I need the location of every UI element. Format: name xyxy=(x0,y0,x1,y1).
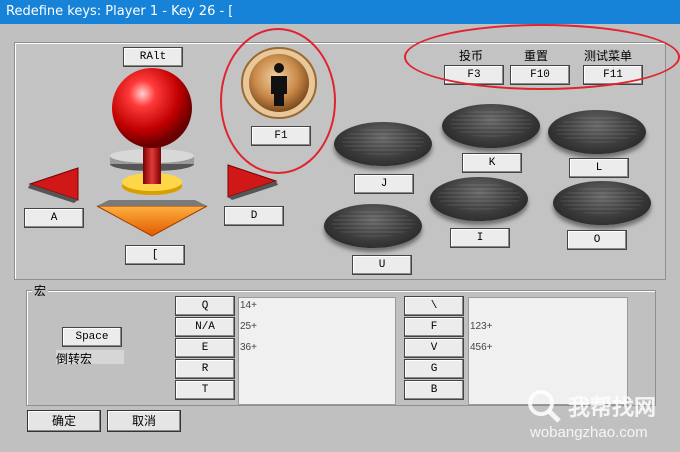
joystick-icon xyxy=(96,68,208,237)
macro-right-key-3[interactable]: V xyxy=(404,338,464,358)
macro-right-entry-1: 123+ xyxy=(470,321,493,332)
joystick-right-key[interactable]: D xyxy=(224,206,284,226)
action-key-i[interactable]: I xyxy=(450,228,510,248)
action-button-k[interactable] xyxy=(442,104,540,148)
reverse-macro-field[interactable]: 倒转宏 xyxy=(56,350,124,366)
macro-right-key-2[interactable]: F xyxy=(404,317,464,337)
joystick-down-key[interactable]: [ xyxy=(125,245,185,265)
action-key-l[interactable]: L xyxy=(569,158,629,178)
macro-right-key-1[interactable]: \ xyxy=(404,296,464,316)
macro-left-textarea[interactable] xyxy=(238,297,396,405)
settings-annotation-ellipse xyxy=(404,24,680,90)
window-title: Redefine keys: Player 1 - Key 26 - [ xyxy=(6,4,234,19)
action-button-u[interactable] xyxy=(324,204,422,248)
reverse-macro-label: 倒转宏 xyxy=(56,352,93,366)
action-button-j[interactable] xyxy=(334,122,432,166)
action-key-u[interactable]: U xyxy=(352,255,412,275)
action-key-k[interactable]: K xyxy=(462,153,522,173)
macro-right-key-4[interactable]: G xyxy=(404,359,464,379)
macro-left-key-3[interactable]: E xyxy=(175,338,235,358)
action-button-o[interactable] xyxy=(553,181,651,225)
macro-left-key-1[interactable]: Q xyxy=(175,296,235,316)
action-key-o[interactable]: O xyxy=(567,230,627,250)
macro-right-key-5[interactable]: B xyxy=(404,380,464,400)
action-button-i[interactable] xyxy=(430,177,528,221)
coin-annotation-circle xyxy=(220,28,336,174)
watermark-url: wobangzhao.com xyxy=(530,424,648,441)
title-bar: Redefine keys: Player 1 - Key 26 - [ xyxy=(0,0,680,24)
macro-left-key-2[interactable]: N/A xyxy=(175,317,235,337)
macro-left-entry-3: 36+ xyxy=(240,342,257,353)
macro-right-entry-2: 456+ xyxy=(470,342,493,353)
action-key-j[interactable]: J xyxy=(354,174,414,194)
watermark: 我帮找网 wobangzhao.com xyxy=(520,384,680,452)
left-arrow-icon xyxy=(28,167,79,203)
cancel-button[interactable]: 取消 xyxy=(107,410,181,432)
macro-group-label: 宏 xyxy=(32,282,49,299)
macro-left-key-5[interactable]: T xyxy=(175,380,235,400)
action-button-l[interactable] xyxy=(548,110,646,154)
macro-left-entry-1: 14+ xyxy=(240,300,257,311)
macro-left-key-4[interactable]: R xyxy=(175,359,235,379)
watermark-text: 我帮找网 xyxy=(568,396,657,421)
macro-left-entry-2: 25+ xyxy=(240,321,257,332)
magnifier-logo-icon xyxy=(528,390,561,423)
joystick-up-key[interactable]: RAlt xyxy=(123,47,183,67)
macro-space-key[interactable]: Space xyxy=(62,327,122,347)
joystick-left-key[interactable]: A xyxy=(24,208,84,228)
ok-button[interactable]: 确定 xyxy=(27,410,101,432)
